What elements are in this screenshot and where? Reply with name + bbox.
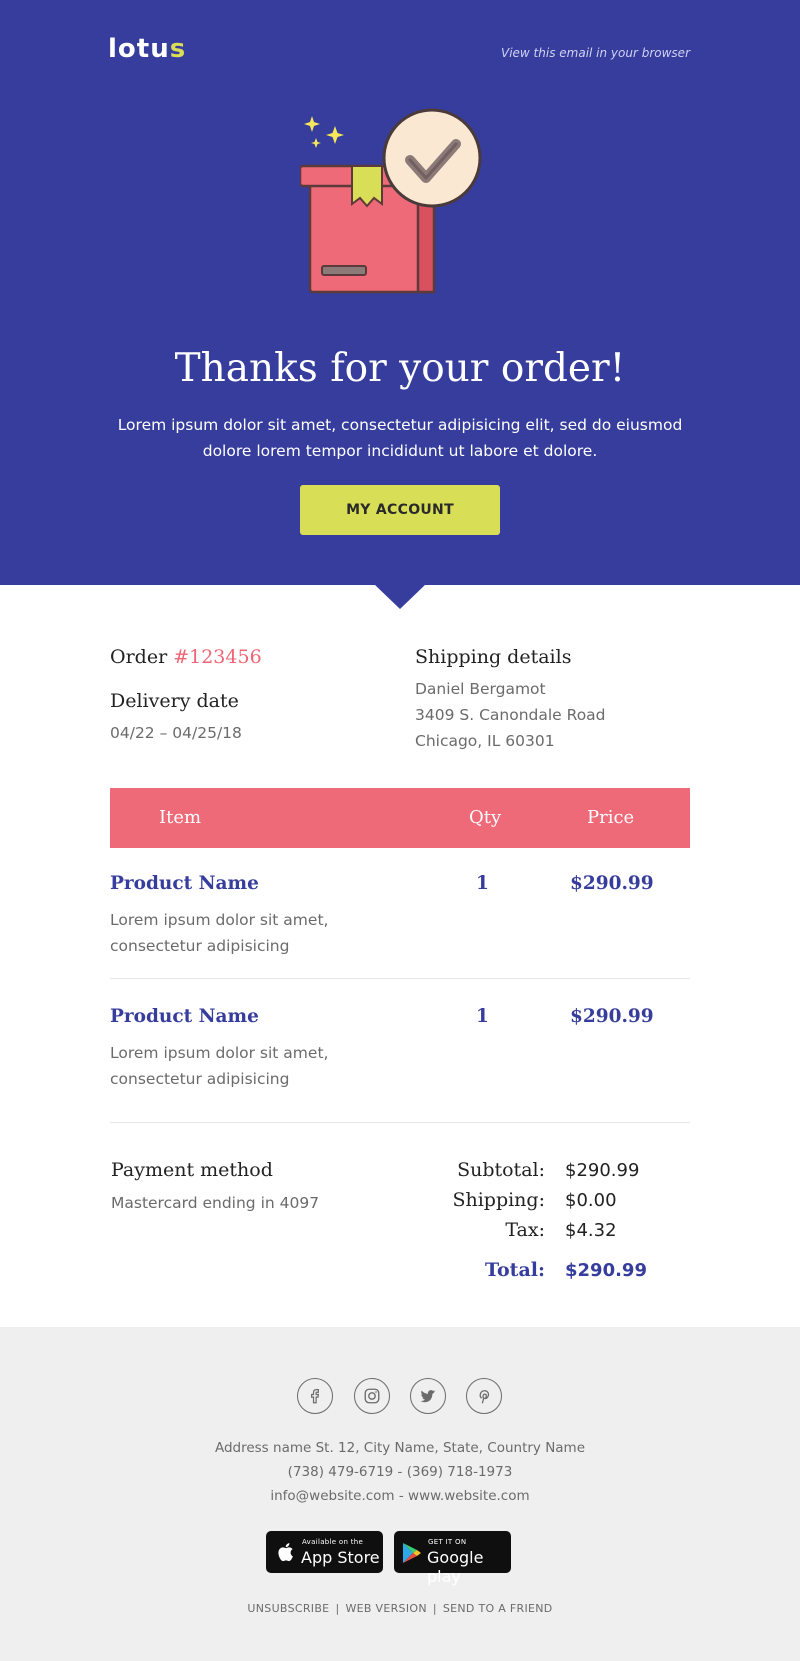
hero-notch bbox=[374, 584, 426, 609]
pinterest-icon[interactable] bbox=[466, 1378, 502, 1414]
product-description: Lorem ipsum dolor sit amet, consectetur … bbox=[110, 1044, 329, 1088]
send-to-friend-link[interactable]: SEND TO A FRIEND bbox=[443, 1602, 553, 1615]
footer-links: UNSUBSCRIBE | WEB VERSION | SEND TO A FRIEND bbox=[247, 1602, 553, 1615]
view-in-browser-link[interactable]: View this email in your browser bbox=[501, 46, 690, 60]
subtotal-label: Subtotal: bbox=[457, 1159, 545, 1181]
product-description: Lorem ipsum dolor sit amet, consectetur … bbox=[110, 911, 329, 955]
app-store-badge[interactable]: Available on the App Store bbox=[266, 1531, 383, 1573]
twitter-icon[interactable] bbox=[410, 1378, 446, 1414]
column-header-price: Price bbox=[587, 807, 635, 828]
payment-method-detail: Mastercard ending in 4097 bbox=[111, 1194, 320, 1212]
delivery-date-label: Delivery date bbox=[110, 690, 239, 712]
product-price: $290.99 bbox=[570, 873, 654, 894]
table-row: Product Name Lorem ipsum dolor sit amet,… bbox=[110, 873, 690, 973]
subtotal-value: $290.99 bbox=[565, 1160, 640, 1181]
footer-contact[interactable]: info@website.com - www.website.com bbox=[0, 1488, 800, 1504]
instagram-icon[interactable] bbox=[354, 1378, 390, 1414]
shipping-name: Daniel Bergamot bbox=[415, 680, 546, 698]
shipping-street: 3409 S. Canondale Road bbox=[415, 706, 606, 724]
my-account-button[interactable]: MY ACCOUNT bbox=[300, 485, 500, 535]
google-play-badge[interactable]: GET IT ON Google play bbox=[394, 1531, 511, 1586]
order-number: Order #123456 bbox=[110, 646, 262, 668]
row-divider bbox=[110, 1122, 690, 1123]
product-name[interactable]: Product Name bbox=[110, 873, 259, 894]
row-divider bbox=[110, 978, 690, 979]
shipping-cost-value: $0.00 bbox=[565, 1190, 617, 1211]
tax-label: Tax: bbox=[505, 1219, 545, 1241]
product-qty: 1 bbox=[476, 873, 489, 894]
apple-icon bbox=[278, 1543, 293, 1562]
hero-subtitle: Lorem ipsum dolor sit amet, consectetur … bbox=[117, 416, 683, 460]
total-value: $290.99 bbox=[565, 1260, 647, 1281]
footer-phones: (738) 479-6719 - (369) 718-1973 bbox=[287, 1464, 513, 1480]
footer: Address name St. 12, City Name, State, C… bbox=[0, 1327, 800, 1661]
product-qty: 1 bbox=[476, 1006, 489, 1027]
shipping-city: Chicago, IL 60301 bbox=[415, 732, 555, 750]
product-name[interactable]: Product Name bbox=[110, 1006, 259, 1027]
delivery-date-value: 04/22 – 04/25/18 bbox=[110, 724, 242, 742]
hero-section: lotus View this email in your browser Th… bbox=[0, 0, 800, 585]
table-row: Product Name Lorem ipsum dolor sit amet,… bbox=[110, 1006, 690, 1106]
total-label: Total: bbox=[485, 1259, 545, 1281]
order-table-header: Item Qty Price bbox=[110, 788, 690, 848]
hero-title: Thanks for your order! bbox=[174, 346, 626, 391]
facebook-icon[interactable] bbox=[297, 1378, 333, 1414]
delivered-box-check-icon bbox=[300, 108, 482, 294]
shipping-details-label: Shipping details bbox=[415, 646, 572, 668]
unsubscribe-link[interactable]: UNSUBSCRIBE bbox=[247, 1602, 329, 1615]
product-price: $290.99 bbox=[570, 1006, 654, 1027]
footer-address: Address name St. 12, City Name, State, C… bbox=[214, 1440, 586, 1456]
column-header-qty: Qty bbox=[469, 807, 502, 828]
tax-value: $4.32 bbox=[565, 1220, 617, 1241]
lotus-logo[interactable]: lotus bbox=[108, 34, 186, 64]
web-version-link[interactable]: WEB VERSION bbox=[345, 1602, 426, 1615]
google-play-icon bbox=[403, 1543, 421, 1563]
column-header-item: Item bbox=[159, 807, 202, 828]
payment-method-label: Payment method bbox=[111, 1159, 273, 1181]
shipping-cost-label: Shipping: bbox=[452, 1189, 545, 1211]
